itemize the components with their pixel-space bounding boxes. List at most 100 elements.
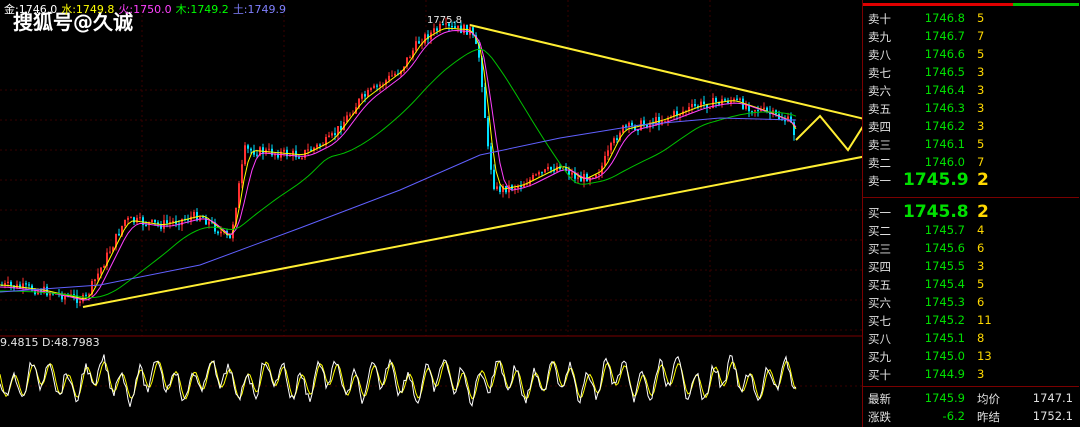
bid-volume: 3 (977, 367, 985, 381)
legend-ma-4: 木:1749.2 (175, 3, 229, 16)
ask-level-label: 卖三 (868, 138, 891, 152)
candle-body (784, 120, 786, 122)
candle-body (94, 279, 96, 282)
candle-body (703, 101, 705, 105)
legend-ma-1: 金:1746.0 (4, 3, 58, 16)
candle-body (418, 41, 420, 44)
candle-body (28, 284, 30, 286)
candle-body (622, 125, 624, 133)
ask-volume: 5 (977, 47, 985, 61)
bid-row-9: 买九 1745.0 13 (863, 348, 1079, 365)
candle-body (100, 267, 102, 274)
ask-volume: 7 (977, 155, 985, 169)
candle-body (316, 144, 318, 148)
candle-body (283, 149, 285, 152)
candle-body (754, 110, 756, 112)
ask-row-6: 卖五 1746.3 3 (863, 100, 1079, 117)
candle-body (154, 219, 156, 223)
candle-body (139, 217, 141, 219)
bid-level-label: 买九 (868, 350, 891, 364)
bid-row-2: 买二 1745.7 4 (863, 222, 1079, 239)
ask-volume: 3 (977, 101, 985, 115)
bid-level-label: 买一 (868, 206, 891, 220)
bid-row-5: 买五 1745.4 5 (863, 276, 1079, 293)
candle-body (328, 135, 330, 138)
candle-body (496, 186, 498, 189)
bid-level-label: 买二 (868, 224, 891, 238)
candle-body (49, 293, 51, 296)
ask-price: 1746.6 (924, 47, 965, 61)
candle-body (124, 219, 126, 226)
ma-line-yellow (0, 27, 797, 300)
projection-arrow (795, 114, 862, 152)
ask-level-label: 卖十 (868, 12, 891, 26)
bid-level-label: 买四 (868, 260, 891, 274)
bid-level-label: 买十 (868, 368, 891, 382)
ask-volume: 3 (977, 119, 985, 133)
ma-line-green (0, 48, 797, 299)
candle-body (220, 231, 222, 234)
latest-label: 最新 (868, 392, 891, 406)
ask-level-label: 卖八 (868, 48, 891, 62)
candle-body (130, 217, 132, 219)
candle-body (616, 138, 618, 141)
candle-body (109, 251, 111, 253)
candle-body (361, 94, 363, 99)
candle-body (544, 169, 546, 173)
price-chart-panel[interactable]: 搜狐号@久诚 金:1746.0 水:1749.8 火:1750.0 木:1749.2 土… (0, 0, 862, 427)
candle-body (244, 145, 246, 165)
oscillator-line (0, 354, 797, 407)
candle-body (79, 301, 81, 303)
ask-volume: 5 (977, 11, 985, 25)
bid-row-10: 买十 1744.9 3 (863, 366, 1079, 383)
candle-body (229, 235, 231, 239)
candle-body (166, 220, 168, 224)
stats-divider (863, 386, 1079, 387)
candlestick-chart[interactable] (0, 0, 862, 427)
candle-body (631, 122, 633, 126)
candle-body (493, 169, 495, 189)
ask-price: 1745.9 (903, 170, 969, 190)
bid-volume: 2 (977, 202, 989, 222)
bid-ask-ratio-bar (863, 0, 1079, 8)
ask-price: 1746.7 (924, 29, 965, 43)
ask-level-label: 卖七 (868, 66, 891, 80)
candle-body (10, 281, 12, 286)
order-book-panel: 卖十 1746.8 5 卖九 1746.7 7 卖八 1746.6 5 卖七 1746.5 3 卖六 17… (862, 0, 1080, 427)
ask-row-10: 卖一 1745.9 2 (863, 170, 1079, 190)
candle-body (745, 105, 747, 109)
bid-row-4: 买四 1745.5 3 (863, 258, 1079, 275)
candle-body (349, 114, 351, 116)
ask-level-label: 卖五 (868, 102, 891, 116)
ask-price: 1746.3 (924, 101, 965, 115)
candle-body (436, 28, 438, 31)
candle-body (499, 186, 501, 192)
candle-body (454, 26, 456, 28)
candle-body (610, 143, 612, 151)
avg-price-value: 1747.1 (1032, 391, 1073, 405)
candle-body (97, 273, 99, 280)
candle-body (547, 166, 549, 170)
candle-body (364, 94, 366, 97)
legend-ma-3: 火:1750.0 (118, 3, 172, 16)
ask-price: 1746.0 (924, 155, 965, 169)
candle-body (490, 146, 492, 170)
candle-body (589, 177, 591, 182)
prev-settle-value: 1752.1 (1032, 409, 1073, 423)
bid-volume: 13 (977, 349, 992, 363)
candle-body (757, 110, 759, 112)
bid-price: 1745.7 (924, 223, 965, 237)
candle-body (451, 26, 453, 28)
candle-body (535, 174, 537, 176)
ask-volume: 5 (977, 137, 985, 151)
candle-body (118, 233, 120, 236)
candle-body (208, 221, 210, 225)
candle-body (25, 283, 27, 285)
candle-body (391, 75, 393, 77)
candle-body (763, 107, 765, 109)
candle-body (709, 108, 711, 110)
candle-body (415, 41, 417, 51)
candle-body (133, 217, 135, 223)
candle-body (127, 217, 129, 220)
bid-volume: 8 (977, 331, 985, 345)
